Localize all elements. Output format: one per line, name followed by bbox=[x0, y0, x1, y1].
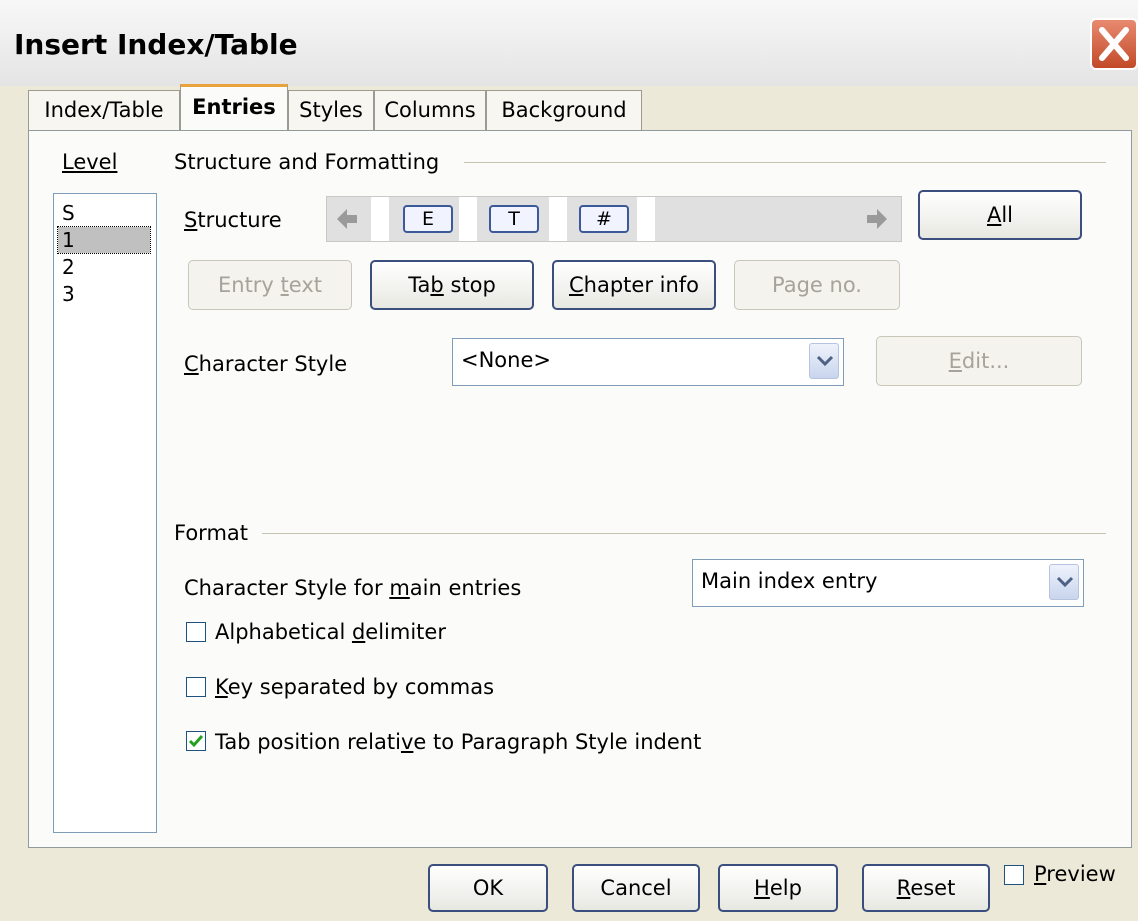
main-entries-combo[interactable]: Main index entry bbox=[692, 559, 1084, 607]
structure-scroll-right[interactable] bbox=[859, 197, 899, 241]
structure-slot[interactable] bbox=[459, 197, 477, 241]
structure-slot[interactable] bbox=[637, 197, 655, 241]
checkmark-icon bbox=[188, 735, 204, 748]
dialog-window: Insert Index/Table Index/Table Entries S… bbox=[0, 0, 1138, 921]
character-style-value: <None> bbox=[461, 348, 551, 372]
main-entries-dropdown[interactable] bbox=[1049, 564, 1079, 600]
character-style-label: Character Style bbox=[184, 352, 348, 376]
list-item[interactable]: S bbox=[58, 200, 150, 226]
edit-button[interactable]: Edit... bbox=[876, 336, 1082, 386]
tab-styles[interactable]: Styles bbox=[288, 90, 374, 130]
tab-stop-button[interactable]: Tab stop bbox=[370, 260, 534, 310]
alphabetical-delimiter-label: Alphabetical delimiter bbox=[215, 620, 446, 644]
page-number-button[interactable]: Page no. bbox=[734, 260, 900, 310]
list-item[interactable]: 2 bbox=[58, 254, 150, 280]
structure-bar: E T # bbox=[326, 196, 902, 242]
entry-text-button[interactable]: Entry text bbox=[188, 260, 352, 310]
arrow-left-icon bbox=[337, 209, 357, 229]
main-entries-value: Main index entry bbox=[701, 569, 878, 593]
all-button[interactable]: All bbox=[918, 190, 1082, 240]
structure-slot[interactable] bbox=[371, 197, 389, 241]
arrow-right-icon bbox=[867, 209, 887, 229]
list-item[interactable]: 3 bbox=[58, 281, 150, 307]
group-divider bbox=[262, 533, 1106, 534]
structure-label: Structure bbox=[184, 208, 282, 232]
format-header: Format bbox=[174, 521, 249, 545]
preview-label: Preview bbox=[1034, 862, 1116, 886]
level-label: Level bbox=[62, 150, 118, 174]
character-style-combo[interactable]: <None> bbox=[452, 338, 844, 386]
alphabetical-delimiter-checkbox[interactable] bbox=[186, 622, 206, 642]
dialog-title: Insert Index/Table bbox=[14, 28, 298, 61]
ok-button[interactable]: OK bbox=[428, 864, 548, 912]
token-page-number[interactable]: # bbox=[579, 205, 629, 233]
preview-checkbox[interactable] bbox=[1004, 865, 1024, 885]
tab-columns[interactable]: Columns bbox=[374, 90, 486, 130]
token-entry[interactable]: E bbox=[403, 205, 453, 233]
key-separated-label: Key separated by commas bbox=[215, 675, 495, 699]
title-bar: Insert Index/Table bbox=[0, 0, 1138, 86]
token-tab[interactable]: T bbox=[489, 205, 539, 233]
cancel-button[interactable]: Cancel bbox=[572, 864, 700, 912]
close-button[interactable] bbox=[1090, 18, 1138, 70]
level-list[interactable]: S 1 2 3 bbox=[53, 193, 157, 833]
chevron-down-icon bbox=[1056, 576, 1074, 588]
help-button[interactable]: Help bbox=[718, 864, 838, 912]
list-item-selected[interactable]: 1 bbox=[57, 226, 151, 254]
tab-entries[interactable]: Entries bbox=[180, 84, 288, 130]
structure-scroll-left[interactable] bbox=[329, 197, 369, 241]
main-entries-label: Character Style for main entries bbox=[184, 576, 522, 600]
chevron-down-icon bbox=[816, 355, 834, 367]
tab-position-checkbox[interactable] bbox=[186, 731, 206, 751]
close-icon bbox=[1099, 27, 1129, 61]
group-divider bbox=[464, 162, 1106, 163]
structure-formatting-header: Structure and Formatting bbox=[174, 150, 440, 174]
character-style-dropdown[interactable] bbox=[809, 343, 839, 379]
reset-button[interactable]: Reset bbox=[862, 864, 990, 912]
tab-position-label: Tab position relative to Paragraph Style… bbox=[215, 730, 702, 754]
tab-index-table[interactable]: Index/Table bbox=[28, 90, 180, 130]
structure-slot[interactable] bbox=[549, 197, 567, 241]
chapter-info-button[interactable]: Chapter info bbox=[552, 260, 716, 310]
key-separated-checkbox[interactable] bbox=[186, 677, 206, 697]
tab-background[interactable]: Background bbox=[486, 90, 642, 130]
